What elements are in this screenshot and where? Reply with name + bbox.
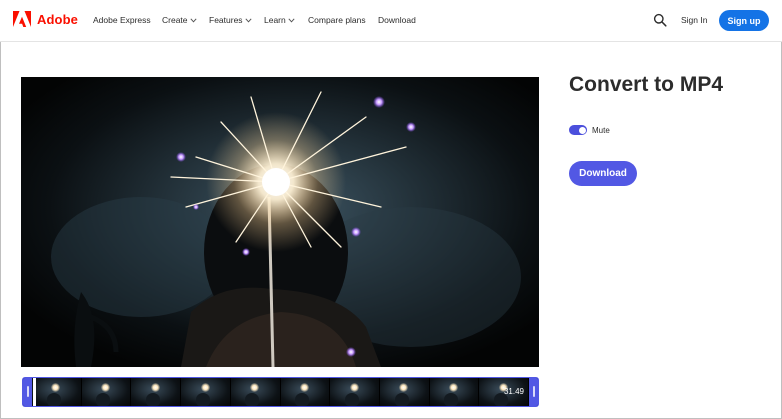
nav-label: Create <box>162 15 188 25</box>
nav-label: Adobe Express <box>93 15 151 25</box>
brand-name: Adobe <box>37 11 78 27</box>
timeline-thumbnails <box>32 378 530 406</box>
video-preview[interactable] <box>21 77 539 367</box>
timeline-thumbnail <box>429 378 480 406</box>
timeline-playhead[interactable] <box>33 378 36 406</box>
page-title: Convert to MP4 <box>569 73 724 96</box>
nav-label: Learn <box>264 15 286 25</box>
timeline-trimmer[interactable]: 31.49 <box>22 377 539 407</box>
timeline-thumbnail <box>230 378 281 406</box>
nav-download[interactable]: Download <box>378 15 416 25</box>
timeline-thumbnail <box>181 378 231 406</box>
sign-up-button[interactable]: Sign up <box>719 10 769 31</box>
search-icon[interactable] <box>653 13 667 27</box>
trim-start-handle[interactable] <box>23 378 32 406</box>
top-navigation: Adobe Adobe Express Create Features Lear… <box>0 0 782 42</box>
nav-label: Download <box>378 15 416 25</box>
timeline-thumbnail <box>131 378 182 406</box>
adobe-logo-icon <box>13 11 31 27</box>
adobe-brand-link[interactable]: Adobe <box>13 11 78 27</box>
chevron-down-icon <box>244 17 252 23</box>
timeline-thumbnail <box>379 378 430 406</box>
mute-toggle[interactable] <box>569 125 587 135</box>
chevron-down-icon <box>189 17 197 23</box>
sign-in-link[interactable]: Sign In <box>681 15 707 25</box>
chevron-down-icon <box>288 17 295 23</box>
nav-learn[interactable]: Learn <box>264 15 295 25</box>
nav-create[interactable]: Create <box>162 15 197 25</box>
mute-label: Mute <box>592 126 610 135</box>
video-frame-image <box>21 77 539 367</box>
nav-features[interactable]: Features <box>209 15 252 25</box>
nav-adobe-express[interactable]: Adobe Express <box>93 15 151 25</box>
nav-label: Compare plans <box>308 15 366 25</box>
toggle-knob <box>578 126 586 134</box>
timeline-end-time: 31.49 <box>503 387 524 396</box>
timeline-thumbnail <box>330 378 380 406</box>
trim-end-handle[interactable] <box>529 378 538 406</box>
timeline-thumbnail <box>81 378 132 406</box>
timeline-thumbnail <box>32 378 82 406</box>
timeline-thumbnail <box>280 378 331 406</box>
nav-label: Features <box>209 15 243 25</box>
nav-compare-plans[interactable]: Compare plans <box>308 15 366 25</box>
download-button[interactable]: Download <box>569 161 637 186</box>
